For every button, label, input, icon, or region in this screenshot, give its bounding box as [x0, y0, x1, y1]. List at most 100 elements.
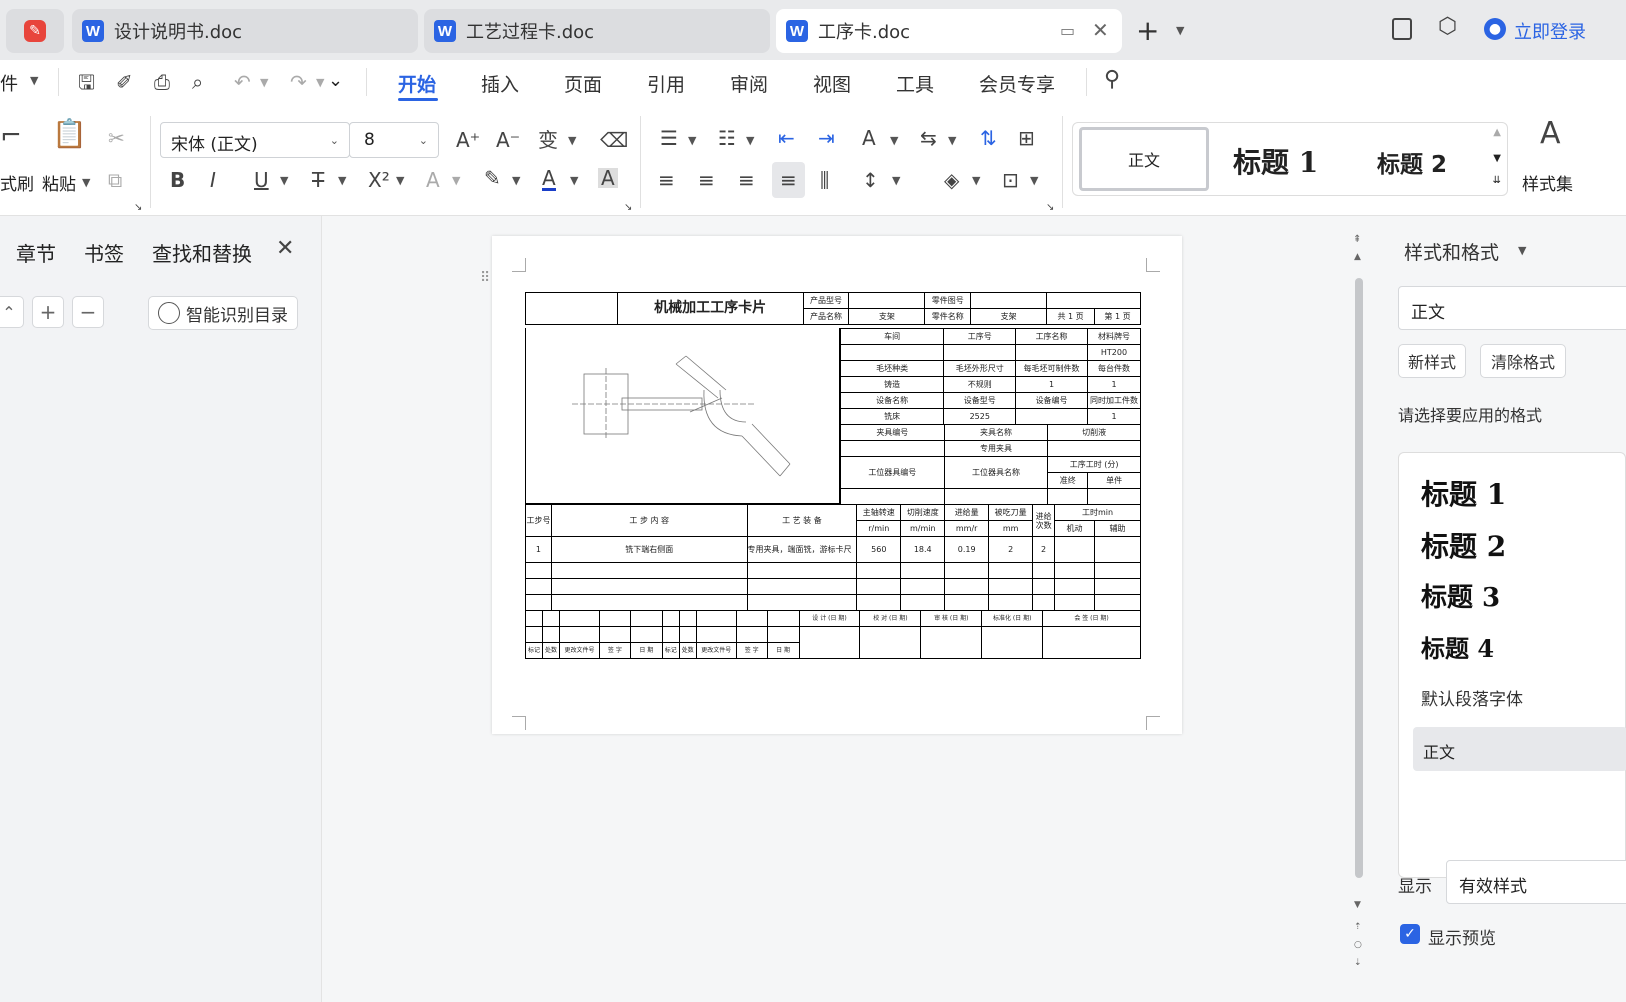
- new-style-button[interactable]: 新样式: [1398, 344, 1466, 378]
- menu-insert[interactable]: 插入: [481, 70, 519, 97]
- style-set-icon[interactable]: A: [1540, 119, 1561, 149]
- chevron-down-icon[interactable]: ▼: [688, 134, 696, 147]
- preview-checkbox[interactable]: ✓: [1400, 924, 1420, 944]
- style-item-default-font[interactable]: 默认段落字体: [1421, 685, 1523, 710]
- cube-icon[interactable]: ⬡: [1438, 14, 1457, 39]
- line-spacing-icon[interactable]: ↕: [862, 170, 879, 190]
- file-menu[interactable]: 件: [0, 70, 18, 96]
- shrink-font-icon[interactable]: A⁻: [496, 130, 520, 150]
- format-painter-label[interactable]: 式刷: [0, 170, 34, 195]
- dialog-launcher-icon[interactable]: ↘: [1046, 198, 1054, 218]
- close-tab-icon[interactable]: ✕: [1092, 18, 1109, 42]
- window-restore-icon[interactable]: ▭: [1060, 21, 1075, 40]
- clear-format-button[interactable]: 清除格式: [1480, 344, 1566, 378]
- reading-mode-icon[interactable]: [1392, 18, 1412, 40]
- smart-toc-button[interactable]: 智能识别目录: [148, 296, 298, 330]
- next-page-icon[interactable]: ⇣: [1354, 958, 1362, 968]
- panel-title[interactable]: 样式和格式: [1404, 238, 1499, 265]
- select-browse-icon[interactable]: ○: [1354, 940, 1362, 950]
- superscript-icon[interactable]: X²: [368, 170, 390, 190]
- redo-icon[interactable]: ↷: [290, 72, 307, 92]
- close-pane-icon[interactable]: ✕: [276, 236, 294, 261]
- style-gallery-normal[interactable]: 正文: [1079, 127, 1209, 191]
- font-name-select[interactable]: 宋体 (正文) ⌄: [160, 122, 350, 158]
- vertical-scrollbar[interactable]: ⇞ ▲ ▼ ⇡ ○ ⇣: [1352, 230, 1366, 992]
- italic-icon[interactable]: I: [210, 170, 216, 190]
- chevron-down-icon[interactable]: ▼: [280, 174, 288, 187]
- paste-label[interactable]: 粘贴: [42, 170, 76, 195]
- card-info-table[interactable]: 车间 工序号 工序名称 材料牌号 HT200 毛坯种类 毛坯外形尺寸 每毛坯可制件数 每台件…: [839, 328, 1141, 425]
- expand-plus-button[interactable]: +: [32, 296, 64, 328]
- chevron-down-icon[interactable]: ▼: [512, 174, 520, 187]
- borders-icon[interactable]: ⊡: [1002, 170, 1019, 190]
- distribute-icon[interactable]: ⫼: [820, 170, 829, 190]
- collapse-minus-button[interactable]: −: [72, 296, 104, 328]
- current-style-field[interactable]: 正文: [1398, 286, 1626, 330]
- card-steps-table[interactable]: 工步号 工 步 内 容 工 艺 装 备 主轴转速 切削速度 进给量 被吃刀量 进…: [525, 504, 1142, 611]
- chevron-down-icon[interactable]: ▼: [570, 174, 578, 187]
- show-marks-icon[interactable]: ⊞: [1018, 128, 1035, 148]
- tab-design-spec[interactable]: W 设计说明书.doc: [72, 9, 418, 53]
- user-avatar-icon[interactable]: ●: [1484, 18, 1506, 40]
- underline-icon[interactable]: U: [254, 170, 269, 190]
- gallery-scroll-down-icon[interactable]: ▼: [1493, 153, 1501, 164]
- nav-tab-find-replace[interactable]: 查找和替换: [152, 238, 252, 267]
- chevron-down-icon[interactable]: ▼: [260, 76, 268, 89]
- bullet-list-icon[interactable]: ☰: [660, 128, 678, 148]
- chevron-down-icon[interactable]: ▼: [1030, 174, 1038, 187]
- style-item-heading2[interactable]: 标题 2: [1421, 525, 1506, 565]
- eraser-icon[interactable]: ⌫: [600, 130, 628, 150]
- increase-indent-icon[interactable]: ⇥: [818, 128, 835, 148]
- prev-page-icon[interactable]: ⇡: [1354, 922, 1362, 932]
- scroll-down-arrow-icon[interactable]: ▼: [1354, 900, 1361, 910]
- gallery-scroll-up-icon[interactable]: ▲: [1493, 127, 1501, 138]
- login-link[interactable]: 立即登录: [1514, 18, 1586, 44]
- chevron-down-icon[interactable]: ▼: [82, 176, 90, 189]
- phonetic-icon[interactable]: 变: [538, 130, 558, 150]
- chevron-down-icon[interactable]: ▼: [1176, 24, 1184, 37]
- scroll-up-arrow-icon[interactable]: ▲: [1354, 252, 1361, 262]
- align-left-icon[interactable]: ≡: [658, 170, 675, 190]
- format-painter-icon[interactable]: ⌐: [0, 123, 22, 149]
- style-item-normal[interactable]: 正文: [1413, 727, 1626, 771]
- menu-review[interactable]: 审阅: [730, 70, 768, 97]
- menu-home[interactable]: 开始: [398, 70, 436, 97]
- numbered-list-icon[interactable]: ☷: [718, 128, 736, 148]
- cut-icon[interactable]: ✂: [108, 128, 125, 148]
- card-fixture-table[interactable]: 夹具编号 夹具名称 切削液 专用夹具 工位器具编号 工位器具名称 工序工时 (分) 准终…: [840, 424, 1141, 505]
- menu-reference[interactable]: 引用: [647, 70, 685, 97]
- align-right-icon[interactable]: ≡: [738, 170, 755, 190]
- dialog-launcher-icon[interactable]: ↘: [624, 198, 632, 218]
- menu-tools[interactable]: 工具: [896, 70, 934, 97]
- chevron-down-icon[interactable]: ▼: [746, 134, 754, 147]
- card-header-table[interactable]: 机械加工工序卡片 产品型号 零件图号 产品名称 支架 零件名称 支架 共 1 页…: [525, 292, 1141, 325]
- menu-view[interactable]: 视图: [813, 70, 851, 97]
- justify-icon[interactable]: ≡: [772, 162, 805, 198]
- print-preview-icon[interactable]: ⌕: [192, 72, 203, 92]
- align-center-icon[interactable]: ≡: [698, 170, 715, 190]
- strikethrough-icon[interactable]: T: [312, 170, 324, 190]
- decrease-indent-icon[interactable]: ⇤: [778, 128, 795, 148]
- text-direction-icon[interactable]: A: [862, 128, 876, 148]
- tab-process-card[interactable]: W 工艺过程卡.doc: [424, 9, 770, 53]
- chevron-down-icon[interactable]: ▼: [396, 174, 404, 187]
- font-color-icon[interactable]: A: [542, 168, 556, 191]
- shading-icon[interactable]: ◈: [944, 170, 959, 190]
- style-item-heading3[interactable]: 标题 3: [1421, 577, 1500, 614]
- grow-font-icon[interactable]: A⁺: [456, 130, 480, 150]
- show-filter-select[interactable]: 有效样式: [1446, 860, 1626, 904]
- chevron-down-icon[interactable]: ▼: [338, 174, 346, 187]
- wrap-icon[interactable]: ⇆: [920, 128, 937, 148]
- sort-icon[interactable]: ⇅: [980, 128, 997, 148]
- char-shading-icon[interactable]: A: [598, 168, 618, 188]
- style-gallery-heading1[interactable]: 标题 1: [1233, 141, 1318, 181]
- document-page[interactable]: ⠿ 机械加工工序卡片 产品型号 零件图号 产品名称 支架 零件名称 支架 共 1…: [480, 236, 1182, 734]
- scroll-top-icon[interactable]: ⇞: [1353, 234, 1361, 245]
- collapse-button[interactable]: ⌃: [0, 296, 24, 328]
- gallery-expand-icon[interactable]: ⇊: [1493, 175, 1501, 186]
- app-logo-button[interactable]: ✎: [6, 9, 64, 53]
- highlight-icon[interactable]: ✎: [484, 168, 501, 188]
- print-icon[interactable]: ⎙: [154, 72, 170, 92]
- new-tab-plus-icon[interactable]: +: [1136, 14, 1159, 47]
- font-size-select[interactable]: 8 ⌄: [349, 122, 439, 158]
